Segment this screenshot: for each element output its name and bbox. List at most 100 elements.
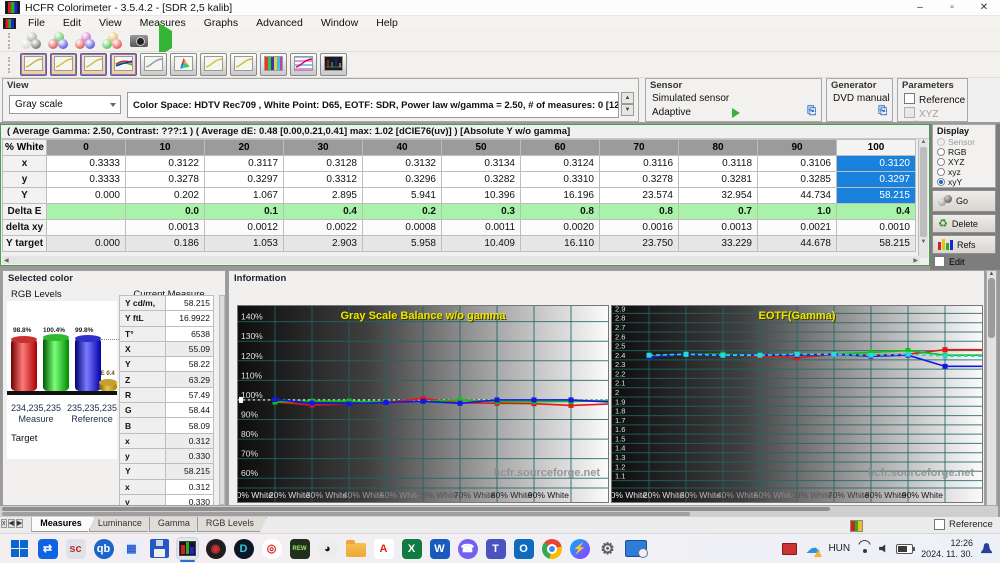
- viber-icon[interactable]: ☎: [456, 537, 479, 560]
- messenger-icon[interactable]: ⚡: [568, 537, 591, 560]
- aperture-app-icon[interactable]: ◉: [204, 537, 227, 560]
- column-header-10[interactable]: 10: [125, 139, 205, 156]
- column-header-30[interactable]: 30: [283, 139, 363, 156]
- spinner-up-icon[interactable]: ▲: [621, 92, 634, 104]
- table-cell[interactable]: 0.0016: [599, 219, 679, 236]
- display-option-xyz[interactable]: XYZ: [933, 157, 995, 167]
- menu-graphs[interactable]: Graphs: [195, 17, 247, 29]
- column-header-80[interactable]: 80: [678, 139, 758, 156]
- table-cell[interactable]: 0.3132: [362, 155, 442, 172]
- table-cell[interactable]: 0.2: [362, 203, 442, 220]
- battery-icon[interactable]: [896, 543, 916, 554]
- column-header-50[interactable]: 50: [441, 139, 521, 156]
- table-vertical-scrollbar[interactable]: ▲ ▼: [918, 139, 928, 258]
- speaker-icon[interactable]: [879, 544, 886, 553]
- tray-monitor-icon[interactable]: [782, 542, 798, 555]
- table-cell[interactable]: 0.3117: [204, 155, 284, 172]
- row-label[interactable]: Delta E: [2, 203, 47, 220]
- calculator-icon[interactable]: ▦: [120, 537, 143, 560]
- row-label[interactable]: x: [2, 155, 47, 172]
- table-cell[interactable]: [46, 203, 126, 220]
- spinner-down-icon[interactable]: ▼: [621, 104, 634, 116]
- graph-rgb-levels-icon[interactable]: [110, 53, 137, 76]
- measure-all-icon[interactable]: [101, 31, 125, 50]
- display-option-xyz[interactable]: xyz: [933, 167, 995, 177]
- clock[interactable]: 12:26 2024. 11. 30.: [921, 538, 973, 560]
- table-cell[interactable]: 0.3278: [125, 171, 205, 188]
- sensor-play-icon[interactable]: [732, 108, 740, 118]
- table-cell[interactable]: 0.3118: [678, 155, 758, 172]
- graph-sat-luminance-icon[interactable]: [200, 53, 227, 76]
- view-mode-dropdown[interactable]: Gray scale: [9, 95, 121, 114]
- graph-sat-shift-icon[interactable]: [230, 53, 257, 76]
- reference-checkbox[interactable]: Reference: [904, 93, 965, 106]
- rew-icon[interactable]: REW: [288, 537, 311, 560]
- eotf-gamma-chart[interactable]: 2.92.82.72.62.52.42.32.22.121.91.81.71.6…: [611, 305, 983, 503]
- table-cell[interactable]: 0.0020: [520, 219, 600, 236]
- table-cell[interactable]: 10.409: [441, 235, 521, 252]
- table-cell[interactable]: 0.3120: [836, 155, 916, 172]
- table-cell[interactable]: 0.3278: [599, 171, 679, 188]
- table-cell[interactable]: 0.3122: [125, 155, 205, 172]
- table-cell[interactable]: 0.3297: [204, 171, 284, 188]
- maximize-button[interactable]: ▫: [936, 0, 968, 16]
- run-measures-icon[interactable]: [155, 23, 179, 56]
- column-header-20[interactable]: 20: [204, 139, 284, 156]
- toolbar-grip[interactable]: [8, 56, 13, 73]
- table-cell[interactable]: 0.4: [283, 203, 363, 220]
- table-cell[interactable]: 0.3333: [46, 155, 126, 172]
- table-cell[interactable]: 0.000: [46, 187, 126, 204]
- hcfr-app-icon[interactable]: [176, 537, 199, 562]
- table-cell[interactable]: 0.3: [441, 203, 521, 220]
- toolbar-grip[interactable]: [8, 32, 13, 49]
- table-cell[interactable]: 58.215: [836, 235, 916, 252]
- graph-gamma-icon[interactable]: [50, 53, 77, 76]
- table-cell[interactable]: 1.053: [204, 235, 284, 252]
- table-cell[interactable]: 44.678: [757, 235, 837, 252]
- snapshot-icon[interactable]: [128, 31, 152, 50]
- graph-nearblack-icon[interactable]: [80, 53, 107, 76]
- wifi-icon[interactable]: [858, 539, 872, 553]
- refs-button[interactable]: Refs: [932, 235, 996, 254]
- table-cell[interactable]: 58.215: [836, 187, 916, 204]
- tab-scroll-left[interactable]: ◀: [7, 519, 15, 528]
- table-cell[interactable]: 0.0011: [441, 219, 521, 236]
- menu-window[interactable]: Window: [312, 17, 367, 29]
- table-cell[interactable]: 23.574: [599, 187, 679, 204]
- measure-grayscale-icon[interactable]: [20, 31, 44, 50]
- display-option-rgb[interactable]: RGB: [933, 147, 995, 157]
- table-cell[interactable]: 0.202: [125, 187, 205, 204]
- graph-measures-bars-icon[interactable]: [290, 53, 317, 76]
- minimize-button[interactable]: –: [904, 0, 936, 16]
- table-cell[interactable]: 0.000: [46, 235, 126, 252]
- table-cell[interactable]: 16.196: [520, 187, 600, 204]
- table-cell[interactable]: 0.0022: [283, 219, 363, 236]
- file-explorer-icon[interactable]: [344, 537, 367, 560]
- column-header-0[interactable]: 0: [46, 139, 126, 156]
- settings-icon[interactable]: ⚙: [596, 537, 619, 560]
- language-indicator[interactable]: HUN: [828, 543, 850, 554]
- table-cell[interactable]: 23.750: [599, 235, 679, 252]
- grayscale-balance-chart[interactable]: 140% 130% 120% 110% 100% 90% 80% 70% 60% 10% Whit…: [237, 305, 609, 503]
- table-cell[interactable]: 0.8: [599, 203, 679, 220]
- menu-edit[interactable]: Edit: [54, 17, 90, 29]
- table-cell[interactable]: 16.110: [520, 235, 600, 252]
- edit-checkbox[interactable]: Edit: [934, 256, 965, 267]
- table-horizontal-scrollbar[interactable]: ◀ ▶: [2, 256, 920, 264]
- table-cell[interactable]: 0.3128: [283, 155, 363, 172]
- table-cell[interactable]: 32.954: [678, 187, 758, 204]
- graph-free-measures-icon[interactable]: [140, 53, 167, 76]
- table-cell[interactable]: 0.3282: [441, 171, 521, 188]
- main-horizontal-scrollbar[interactable]: [0, 506, 998, 517]
- table-cell[interactable]: 0.3333: [46, 171, 126, 188]
- current-measure-scrollbar[interactable]: [219, 295, 225, 505]
- table-cell[interactable]: 10.396: [441, 187, 521, 204]
- media-player-icon[interactable]: D: [232, 537, 255, 560]
- menu-view[interactable]: View: [90, 17, 131, 29]
- table-cell[interactable]: 0.0: [125, 203, 205, 220]
- tab-rgb-levels[interactable]: RGB Levels: [197, 517, 267, 532]
- save-tool-icon[interactable]: [148, 537, 171, 560]
- delete-button[interactable]: ♻ Delete: [932, 214, 996, 233]
- table-cell[interactable]: 2.895: [283, 187, 363, 204]
- tab-close-button[interactable]: x: [1, 519, 7, 528]
